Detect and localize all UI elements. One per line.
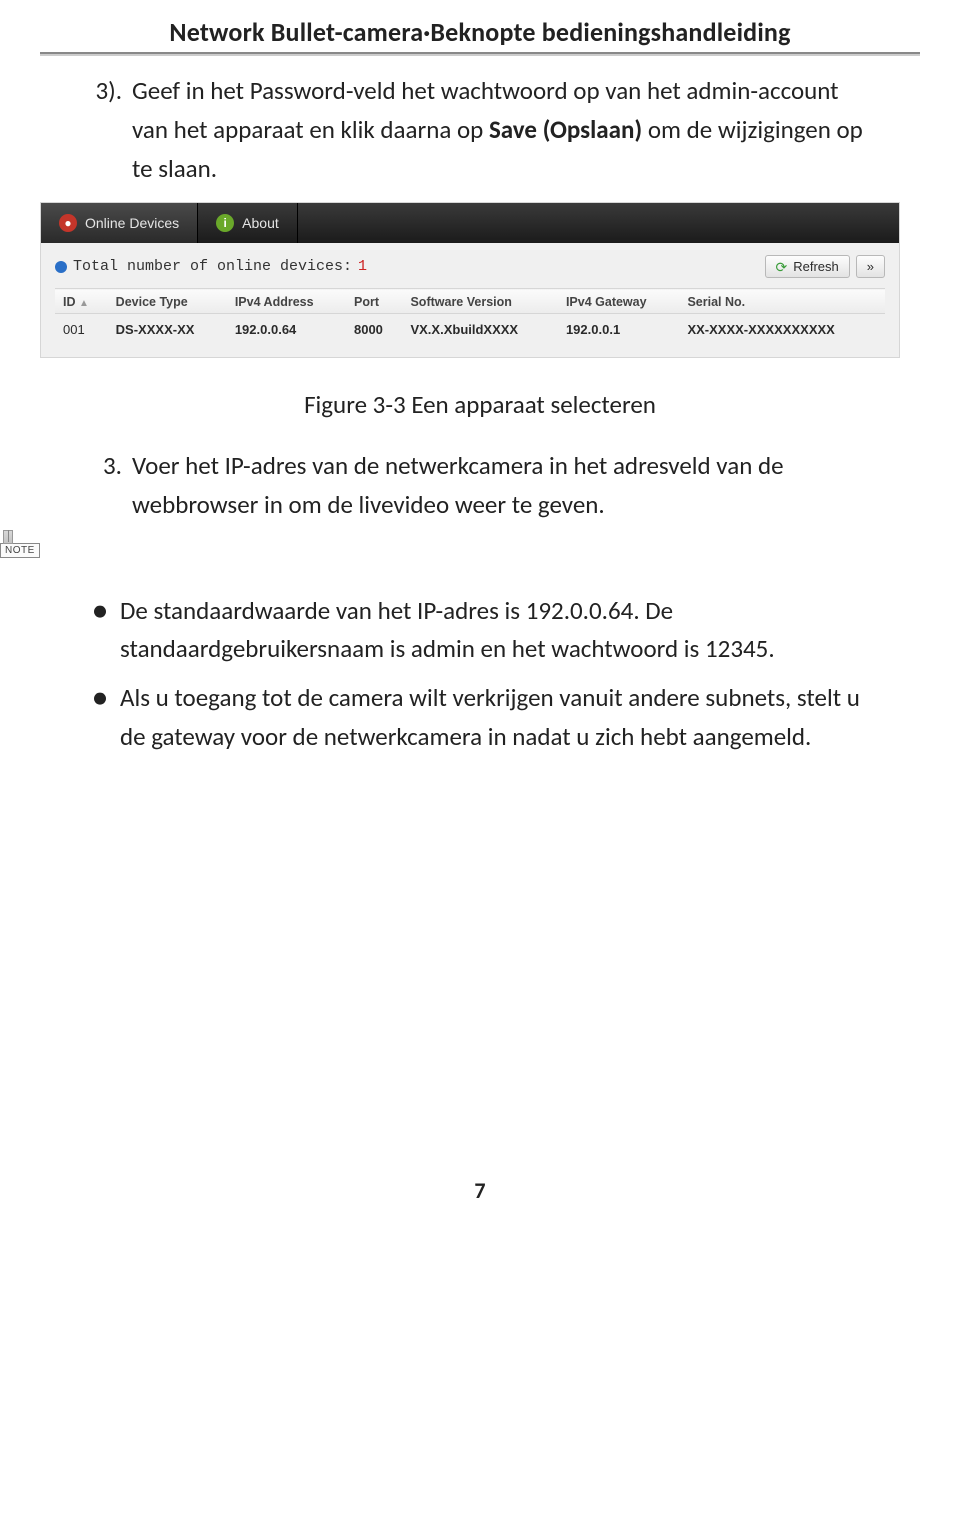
cell-port: 8000 [346, 314, 402, 348]
col-gateway[interactable]: IPv4 Gateway [558, 289, 679, 314]
col-ipv4[interactable]: IPv4 Address [227, 289, 346, 314]
cell-ip: 192.0.0.64 [227, 314, 346, 348]
col-serial[interactable]: Serial No. [679, 289, 885, 314]
note-label: NOTE [0, 543, 40, 558]
step-3-number: 3). [80, 72, 132, 188]
sadp-screenshot: ● Online Devices i About Total number of… [40, 202, 900, 358]
cell-serial: XX-XXXX-XXXXXXXXXX [679, 314, 885, 348]
tab-online-devices[interactable]: ● Online Devices [41, 203, 198, 243]
bullet-2: ● Als u toegang tot de camera wilt verkr… [80, 679, 880, 757]
bullet-dot-icon: ● [80, 592, 120, 670]
step-3-save-label: Save (Opslaan) [489, 114, 642, 145]
info-icon: i [216, 214, 234, 232]
step-3b-text: Voer het IP-adres van de netwerkcamera i… [132, 447, 880, 525]
col-port[interactable]: Port [346, 289, 402, 314]
table-row[interactable]: 001 DS-XXXX-XX 192.0.0.64 8000 VX.X.Xbui… [55, 314, 885, 348]
tab-online-label: Online Devices [85, 215, 179, 231]
screenshot-tab-bar: ● Online Devices i About [41, 203, 899, 243]
refresh-icon: ⟳ [776, 260, 788, 274]
bullet-2-text: Als u toegang tot de camera wilt verkrij… [120, 679, 880, 757]
refresh-label: Refresh [793, 259, 839, 274]
step-3b-number: 3. [80, 447, 132, 525]
header-rule [40, 52, 920, 54]
bullet-1: ● De standaardwaarde van het IP-adres is… [80, 592, 880, 670]
bullet-1-text: De standaardwaarde van het IP-adres is 1… [120, 592, 880, 670]
user-icon: ● [59, 214, 77, 232]
tab-about[interactable]: i About [198, 203, 298, 243]
cell-sw: VX.X.XbuildXXXX [402, 314, 557, 348]
col-software[interactable]: Software Version [402, 289, 557, 314]
total-devices-label: Total number of online devices: 1 [55, 258, 367, 275]
col-device-type[interactable]: Device Type [108, 289, 227, 314]
note-icon: NOTE [40, 539, 880, 574]
tab-about-label: About [242, 215, 279, 231]
page-number: 7 [80, 1177, 880, 1204]
step-3b-container: 3. Voer het IP-adres van de netwerkcamer… [80, 447, 880, 525]
col-id[interactable]: ID ▲ [55, 289, 108, 314]
cell-type: DS-XXXX-XX [108, 314, 227, 348]
step-3-text: Geef in het Password-veld het wachtwoord… [132, 72, 880, 188]
cell-gw: 192.0.0.1 [558, 314, 679, 348]
cell-id: 001 [55, 314, 108, 348]
figure-caption: Figure 3-3 Een apparaat selecteren [80, 386, 880, 425]
info-blue-icon [55, 261, 67, 273]
total-value: 1 [358, 258, 367, 275]
sort-up-icon: ▲ [79, 298, 89, 309]
total-label-text: Total number of online devices: [73, 258, 352, 275]
expand-button[interactable]: » [856, 255, 885, 278]
step-3-container: 3). Geef in het Password-veld het wachtw… [80, 72, 880, 188]
bullet-dot-icon: ● [80, 679, 120, 757]
refresh-button[interactable]: ⟳ Refresh [765, 255, 850, 278]
devices-table: ID ▲ Device Type IPv4 Address Port Softw… [55, 288, 885, 347]
page-header-title: Network Bullet-camera·Beknopte bediening… [80, 16, 880, 48]
